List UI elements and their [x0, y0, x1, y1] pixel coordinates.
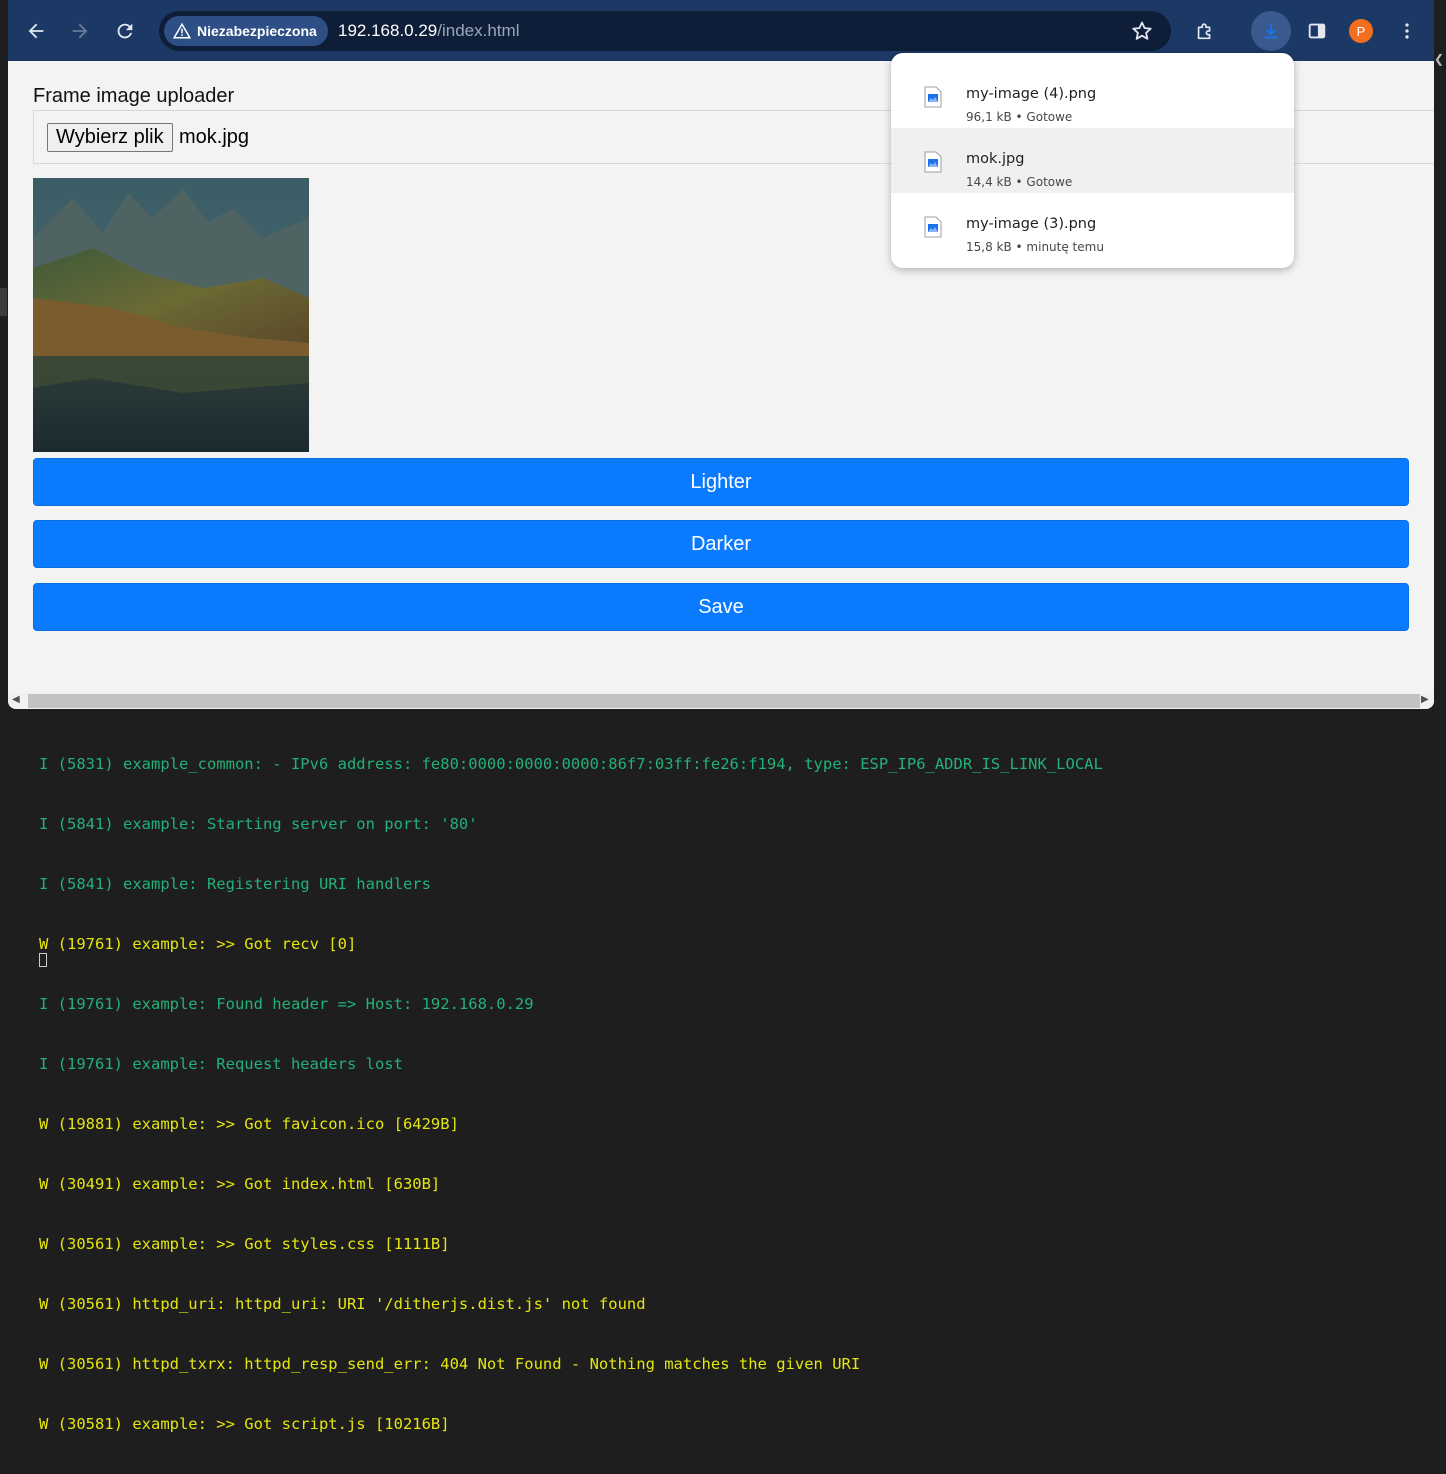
- address-bar[interactable]: Niezabezpieczona 192.168.0.29/index.html: [159, 11, 1171, 51]
- save-button[interactable]: Save: [33, 583, 1409, 631]
- choose-file-button[interactable]: Wybierz plik: [47, 123, 173, 152]
- terminal-line: W (30561) httpd_txrx: httpd_resp_send_er…: [39, 1355, 861, 1373]
- lighter-button[interactable]: Lighter: [33, 458, 1409, 506]
- back-button[interactable]: [20, 15, 52, 47]
- page-title: Frame image uploader: [33, 85, 235, 107]
- terminal-line: I (19761) example: Request headers lost: [39, 1055, 403, 1073]
- download-file-name: mok.jpg: [966, 151, 1025, 167]
- security-chip[interactable]: Niezabezpieczona: [164, 16, 328, 46]
- image-preview: [33, 178, 309, 452]
- download-file-meta: 14,4 kB • Gotowe: [966, 175, 1073, 189]
- download-file-name: my-image (4).png: [966, 86, 1097, 102]
- scroll-right-icon[interactable]: ▶: [1421, 694, 1429, 705]
- terminal-right-gutter: [1434, 0, 1446, 967]
- download-file-meta: 96,1 kB • Gotowe: [966, 110, 1073, 124]
- terminal-side-marker: [0, 288, 7, 316]
- scrollbar-thumb[interactable]: [28, 694, 1420, 708]
- side-panel-button[interactable]: [1301, 15, 1333, 47]
- terminal-line: W (19761) example: >> Got recv [0]: [39, 935, 357, 953]
- terminal-line: W (19881) example: >> Got favicon.ico [6…: [39, 1115, 459, 1133]
- url-host: 192.168.0.29: [338, 21, 438, 40]
- download-item[interactable]: mok.jpg 14,4 kB • Gotowe: [891, 128, 1294, 193]
- scroll-left-icon[interactable]: ◀: [12, 694, 20, 705]
- download-file-name: my-image (3).png: [966, 216, 1097, 232]
- image-file-icon: [924, 86, 942, 108]
- reload-icon: [117, 23, 133, 39]
- downloads-button[interactable]: [1251, 11, 1291, 51]
- terminal-output: I (5831) example_common: - IPv6 address:…: [39, 714, 1103, 1474]
- selected-file-name: mok.jpg: [179, 126, 250, 148]
- mountain-lake-image: [33, 178, 309, 452]
- warning-triangle-icon: [173, 22, 191, 39]
- profile-avatar[interactable]: P: [1349, 19, 1373, 43]
- terminal-line: W (30581) example: >> Got script.js [102…: [39, 1415, 450, 1433]
- horizontal-scrollbar[interactable]: ◀ ▶: [8, 693, 1434, 709]
- image-file-icon: [924, 151, 942, 173]
- download-item[interactable]: my-image (4).png 96,1 kB • Gotowe: [891, 63, 1294, 128]
- forward-arrow-icon: [72, 23, 88, 39]
- terminal-line: I (5831) example_common: - IPv6 address:…: [39, 755, 1103, 773]
- download-item[interactable]: my-image (3).png 15,8 kB • minutę temu: [891, 193, 1294, 258]
- bookmark-star-icon[interactable]: [1130, 19, 1154, 43]
- url-path: /index.html: [437, 21, 520, 40]
- back-arrow-icon: [28, 23, 44, 39]
- extensions-button[interactable]: [1189, 15, 1221, 47]
- browser-toolbar: Niezabezpieczona 192.168.0.29/index.html…: [8, 0, 1434, 61]
- download-icon: [1264, 23, 1278, 39]
- security-label: Niezabezpieczona: [197, 23, 317, 39]
- terminal-line: I (5841) example: Registering URI handle…: [39, 875, 431, 893]
- kebab-menu-icon: [1405, 23, 1409, 39]
- terminal-line: W (30491) example: >> Got index.html [63…: [39, 1175, 441, 1193]
- extensions-puzzle-icon: [1197, 23, 1211, 40]
- forward-button[interactable]: [64, 15, 96, 47]
- terminal-line: W (30561) example: >> Got styles.css [11…: [39, 1235, 450, 1253]
- terminal-line: I (5841) example: Starting server on por…: [39, 815, 478, 833]
- reload-button[interactable]: [109, 15, 141, 47]
- terminal-line: W (30561) httpd_uri: httpd_uri: URI '/di…: [39, 1295, 646, 1313]
- image-file-icon: [924, 216, 942, 238]
- terminal-line: I (19761) example: Found header => Host:…: [39, 995, 534, 1013]
- side-panel-icon: [1308, 23, 1326, 39]
- darker-button[interactable]: Darker: [33, 520, 1409, 568]
- url-text[interactable]: 192.168.0.29/index.html: [338, 21, 519, 41]
- chevron-left-icon: ❮: [1434, 52, 1445, 66]
- terminal-cursor: [39, 953, 47, 967]
- downloads-popup: my-image (4).png 96,1 kB • Gotowe mok.jp…: [891, 53, 1294, 268]
- browser-menu-button[interactable]: [1391, 15, 1423, 47]
- download-file-meta: 15,8 kB • minutę temu: [966, 240, 1104, 254]
